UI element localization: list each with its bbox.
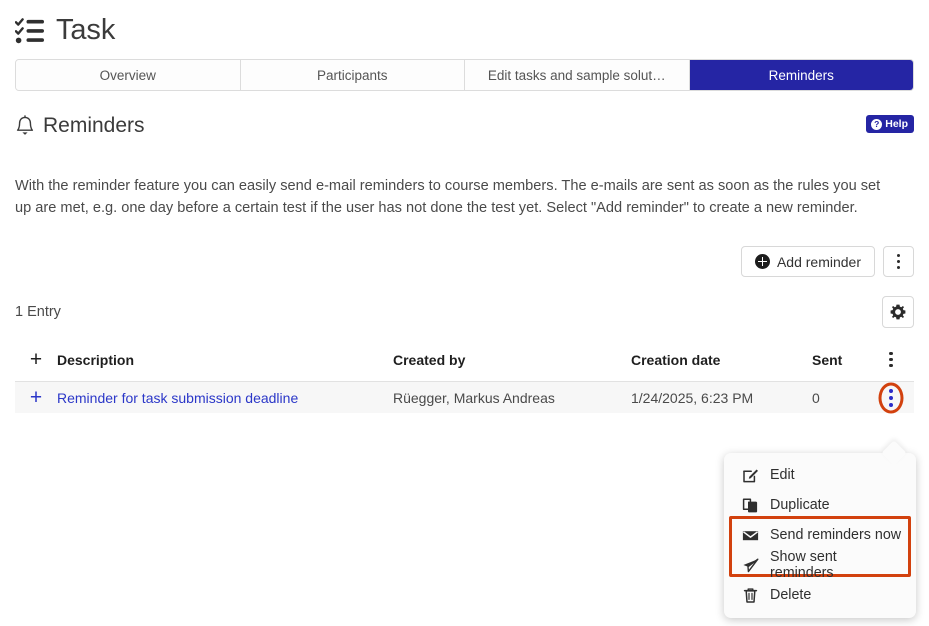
bell-icon (16, 115, 34, 135)
reminder-link[interactable]: Reminder for task submission deadline (57, 390, 298, 406)
tab-overview[interactable]: Overview (16, 60, 241, 90)
tab-edit-tasks[interactable]: Edit tasks and sample solut… (465, 60, 690, 90)
section-header: Reminders ? Help (15, 113, 914, 139)
row-description: Reminder for task submission deadline (57, 390, 393, 406)
page-header: Task (0, 0, 929, 45)
copy-icon (742, 497, 758, 512)
pencil-square-icon (743, 469, 758, 482)
gear-icon (890, 304, 906, 320)
menu-item-show-sent-reminders[interactable]: Show sent reminders (724, 549, 916, 581)
table-row[interactable]: + Reminder for task submission deadline … (15, 381, 914, 413)
envelope-icon (742, 530, 759, 540)
tab-reminders[interactable]: Reminders (689, 60, 913, 90)
column-created-by[interactable]: Created by (393, 352, 631, 368)
menu-item-duplicate[interactable]: Duplicate (724, 490, 916, 520)
question-circle-icon: ? (871, 118, 883, 130)
add-reminder-button[interactable]: Add reminder (740, 246, 875, 277)
paper-plane-icon (743, 558, 759, 572)
row-sent-count: 0 (812, 389, 820, 406)
add-reminder-label: Add reminder (776, 253, 861, 270)
toolbar: Add reminder (15, 246, 914, 277)
column-description[interactable]: Description (57, 352, 393, 368)
trash-icon (743, 587, 758, 603)
section-title: Reminders (43, 114, 145, 137)
list-meta-row: 1 Entry (15, 296, 914, 328)
kebab-menu-icon (896, 253, 901, 270)
plus-circle-icon (754, 254, 770, 269)
menu-item-label: Send reminders now (770, 527, 902, 543)
row-actions-menu-button[interactable] (877, 382, 905, 414)
row-expand-toggle[interactable]: + (15, 387, 57, 408)
table-header-row: + Description Created by Creation date S… (15, 344, 914, 375)
menu-item-label: Duplicate (770, 497, 830, 513)
help-label: Help (885, 118, 908, 130)
plus-icon: + (29, 348, 43, 371)
column-creation-date[interactable]: Creation date (631, 352, 812, 368)
section-description: With the reminder feature you can easily… (15, 178, 881, 216)
checklist-icon (15, 17, 44, 43)
column-expand-all[interactable]: + (15, 349, 57, 370)
row-creation-date: 1/24/2025, 6:23 PM (631, 389, 754, 406)
menu-item-label: Show sent reminders (770, 549, 837, 581)
column-actions-menu-button[interactable] (868, 351, 914, 368)
page-title: Task (56, 14, 116, 46)
column-sent[interactable]: Sent (812, 352, 868, 368)
focus-highlight-ring (878, 382, 904, 413)
page-root: Task Overview Participants Edit tasks an… (0, 0, 929, 626)
menu-item-label: Delete (770, 587, 812, 603)
tab-bar: Overview Participants Edit tasks and sam… (15, 59, 914, 91)
help-button[interactable]: ? Help (866, 115, 914, 133)
row-created-by: Rüegger, Markus Andreas (393, 389, 555, 406)
table-settings-button[interactable] (882, 296, 914, 328)
row-actions-cell (868, 382, 914, 414)
menu-item-send-reminders-now[interactable]: Send reminders now (724, 520, 916, 550)
row-context-menu: Edit Duplicate Send reminders now Show s… (724, 453, 916, 618)
menu-item-delete[interactable]: Delete (724, 580, 916, 610)
plus-icon: + (29, 386, 43, 409)
reminders-table: + Description Created by Creation date S… (15, 344, 914, 413)
tab-participants[interactable]: Participants (240, 60, 465, 90)
entry-count: 1 Entry (15, 304, 61, 320)
kebab-menu-icon (889, 351, 893, 368)
toolbar-more-button[interactable] (883, 246, 914, 277)
menu-item-edit[interactable]: Edit (724, 460, 916, 490)
menu-item-label: Edit (770, 467, 795, 483)
